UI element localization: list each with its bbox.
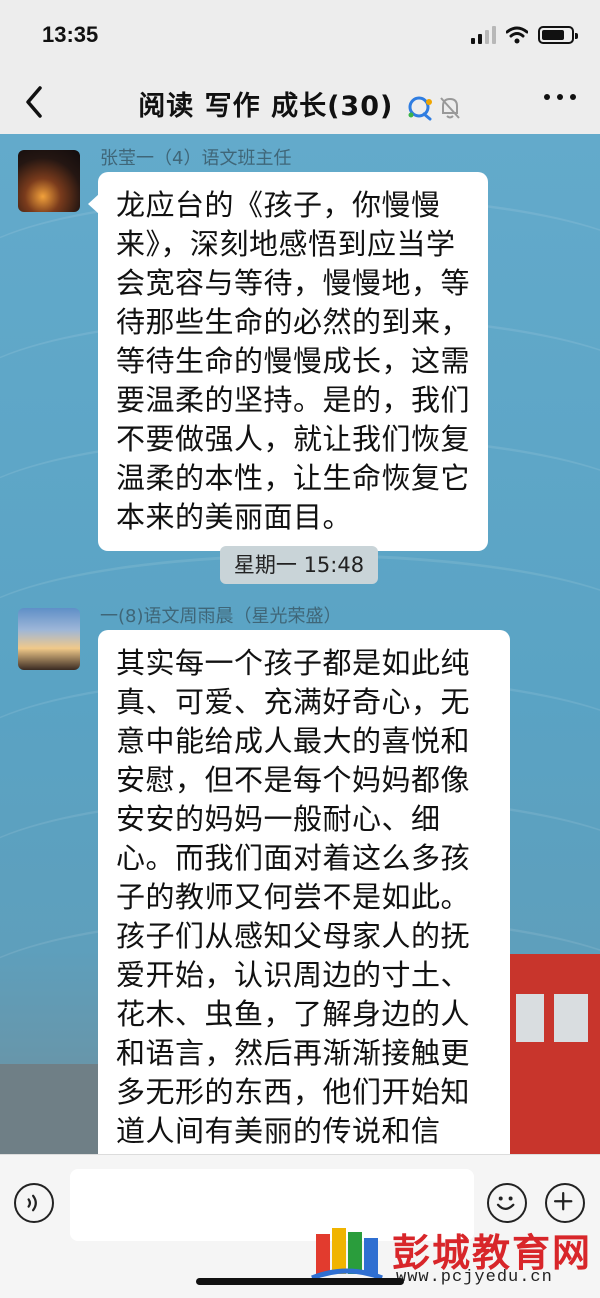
chat-header: 阅读 写作 成长(30)	[0, 70, 600, 134]
emoji-icon[interactable]	[487, 1183, 527, 1223]
title-icons	[406, 95, 462, 121]
message-bubble[interactable]: 龙应台的《孩子，你慢慢来》，深刻地感悟到应当学会宽容与等待，慢慢地，等待那些生命…	[88, 172, 488, 551]
background-red-building	[508, 954, 600, 1154]
chat-title: 阅读 写作 成长(30)	[138, 91, 394, 122]
avatar[interactable]	[18, 150, 80, 212]
message-text: 其实每一个孩子都是如此纯真、可爱、充满好奇心，无意中能给成人最大的喜悦和安慰，但…	[116, 646, 471, 1154]
chat-title-wrap: 阅读 写作 成长(30)	[0, 84, 600, 123]
more-icon[interactable]	[544, 94, 576, 100]
avatar[interactable]	[18, 608, 80, 670]
chat-bubble-icon	[408, 96, 432, 120]
plus-icon[interactable]	[545, 1183, 585, 1223]
sender-name: 一(8)语文周雨晨（星光荣盛）	[100, 606, 342, 627]
signal-icon	[471, 26, 496, 44]
battery-icon	[538, 26, 578, 44]
status-time: 13:35	[42, 22, 99, 47]
mute-bell-icon	[439, 96, 460, 119]
voice-icon[interactable]	[14, 1183, 54, 1223]
status-icons	[471, 26, 578, 44]
message-bubble[interactable]: 其实每一个孩子都是如此纯真、可爱、充满好奇心，无意中能给成人最大的喜悦和安慰，但…	[98, 630, 510, 1154]
watermark-url: www.pcjyedu.cn	[396, 1268, 553, 1287]
wifi-icon	[506, 26, 528, 44]
home-indicator[interactable]	[196, 1278, 404, 1285]
timestamp: 星期一 15:48	[220, 546, 378, 584]
status-bar: 13:35	[0, 0, 600, 70]
message-text: 龙应台的《孩子，你慢慢来》，深刻地感悟到应当学会宽容与等待，慢慢地，等待那些生命…	[116, 188, 471, 534]
sender-name: 张莹一（4）语文班主任	[100, 148, 292, 169]
